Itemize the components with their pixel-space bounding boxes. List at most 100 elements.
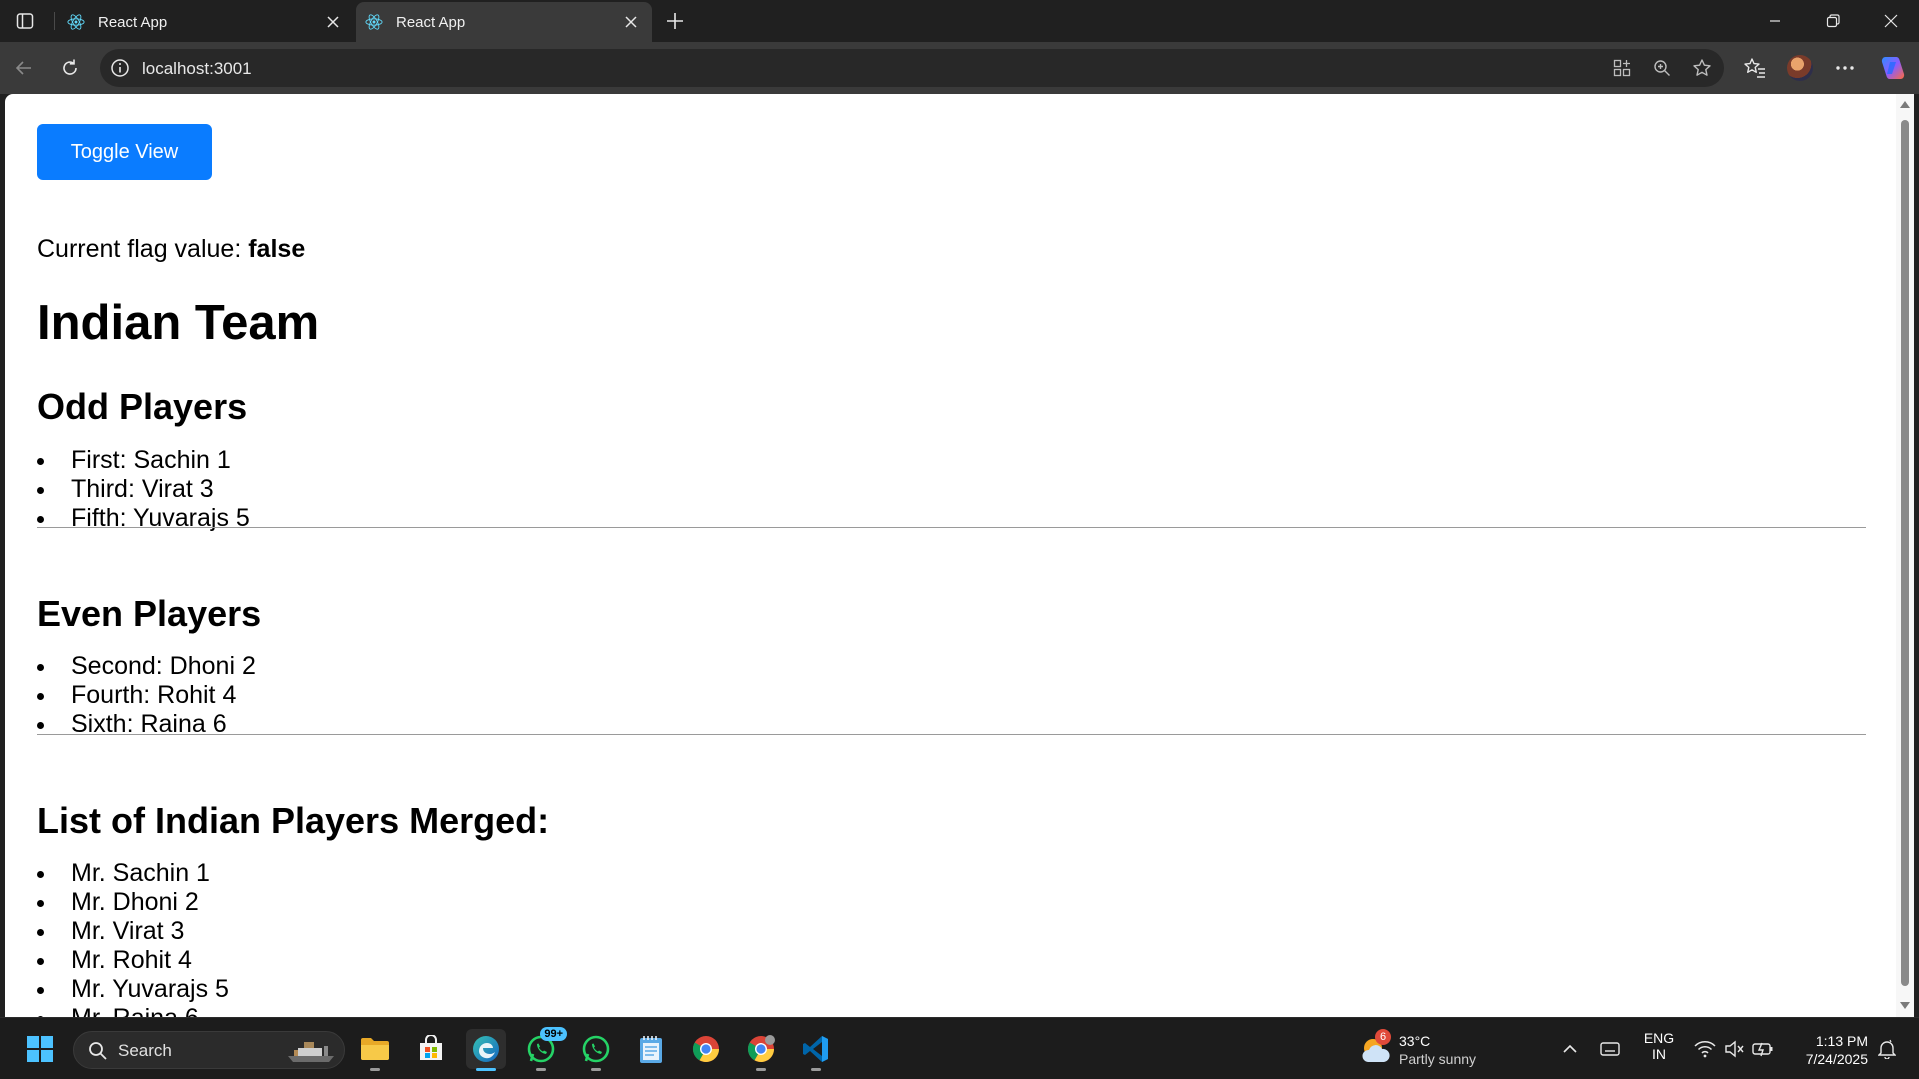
notepad-button[interactable]	[631, 1029, 671, 1069]
chrome-profile-button[interactable]	[741, 1029, 781, 1071]
list-item: First: Sachin 1	[37, 446, 250, 475]
odd-players-list: First: Sachin 1 Third: Virat 3 Fifth: Yu…	[37, 446, 250, 533]
tab-title: React App	[98, 13, 168, 31]
clock-date: 7/24/2025	[1805, 1051, 1868, 1067]
language-indicator[interactable]: ENG IN	[1640, 1030, 1678, 1062]
refresh-icon	[63, 59, 77, 75]
list-item: Third: Virat 3	[37, 475, 250, 504]
copilot-icon	[1881, 57, 1905, 79]
profile-button[interactable]	[1782, 50, 1818, 86]
notification-badge: 99+	[540, 1027, 567, 1041]
notification-bell-icon	[1878, 1039, 1896, 1059]
app-available-button[interactable]	[1607, 53, 1637, 83]
close-icon[interactable]	[320, 9, 346, 35]
notepad-icon	[640, 1036, 662, 1063]
back-button[interactable]	[6, 50, 42, 86]
vscode-icon	[803, 1036, 828, 1062]
volume-muted-icon	[1725, 1040, 1744, 1058]
scroll-down-icon[interactable]	[1900, 1002, 1910, 1009]
vscode-button[interactable]	[796, 1029, 836, 1071]
weather-widget[interactable]: 6 33°C Partly sunny	[1357, 1029, 1497, 1070]
notifications-button[interactable]	[1872, 1029, 1902, 1069]
favorites-list-icon	[1744, 58, 1765, 78]
show-hidden-icons-button[interactable]	[1552, 1029, 1588, 1069]
taskbar-search[interactable]: Search	[73, 1031, 345, 1069]
tab-title: React App	[396, 13, 466, 31]
flag-value: false	[248, 235, 306, 263]
close-icon[interactable]	[618, 9, 644, 35]
list-item: Mr. Rohit 4	[37, 946, 229, 975]
file-explorer-button[interactable]	[355, 1029, 395, 1071]
settings-menu-button[interactable]	[1827, 50, 1863, 86]
restore-button[interactable]	[1804, 0, 1862, 42]
minimize-button[interactable]	[1746, 0, 1804, 42]
windows-icon	[27, 1036, 53, 1062]
chrome-icon	[692, 1036, 720, 1063]
avatar	[1787, 55, 1813, 81]
close-icon	[1884, 14, 1898, 28]
touch-keyboard-button[interactable]	[1592, 1029, 1628, 1069]
zoom-in-icon	[1654, 60, 1670, 76]
page-viewport: Toggle View Current flag value: false In…	[5, 94, 1896, 1017]
odd-players-heading: Odd Players	[37, 386, 248, 427]
whatsapp-business-button[interactable]: 99+	[521, 1027, 567, 1071]
list-item: Mr. Dhoni 2	[37, 888, 229, 917]
language-code: ENG	[1643, 1030, 1675, 1046]
running-indicator	[370, 1068, 380, 1071]
edge-button[interactable]	[466, 1029, 506, 1071]
region-code: IN	[1652, 1046, 1666, 1062]
page-scrollbar[interactable]	[1896, 94, 1914, 1017]
copilot-button[interactable]	[1875, 50, 1911, 86]
sidebar-layout-icon	[16, 13, 34, 29]
search-icon	[89, 1042, 107, 1060]
weather-temperature: 33°C	[1399, 1033, 1431, 1049]
more-icon	[1836, 66, 1854, 70]
running-indicator	[811, 1068, 821, 1071]
tab-separator	[54, 12, 55, 30]
clock[interactable]: 1:13 PM 7/24/2025	[1790, 1032, 1868, 1068]
page-title: Indian Team	[37, 296, 320, 350]
refresh-button[interactable]	[52, 50, 88, 86]
keyboard-icon	[1600, 1042, 1620, 1056]
store-button[interactable]	[411, 1029, 451, 1069]
close-window-button[interactable]	[1862, 0, 1919, 42]
toggle-view-button[interactable]: Toggle View	[37, 124, 212, 180]
list-item: Fourth: Rohit 4	[37, 681, 256, 710]
start-button[interactable]	[20, 1029, 60, 1069]
tab-strip: React App React App	[0, 0, 1919, 42]
active-indicator	[476, 1068, 496, 1071]
weather-condition: Partly sunny	[1399, 1051, 1477, 1067]
taskbar: Search 99+ 6 33°C Partly sunny ENG IN 1:…	[0, 1017, 1919, 1079]
list-item: Mr. Yuvarajs 5	[37, 975, 229, 1004]
running-indicator	[756, 1068, 766, 1071]
tab-react-app-1[interactable]: React App	[58, 2, 354, 42]
scroll-up-icon[interactable]	[1900, 101, 1910, 108]
store-icon	[420, 1035, 442, 1060]
info-icon[interactable]	[110, 58, 130, 78]
tab-actions-button[interactable]	[8, 6, 42, 36]
zoom-button[interactable]	[1647, 53, 1677, 83]
react-icon	[66, 12, 86, 32]
merged-players-list: Mr. Sachin 1 Mr. Dhoni 2 Mr. Virat 3 Mr.…	[37, 859, 229, 1017]
flag-status: Current flag value: false	[37, 235, 305, 264]
list-item: Mr. Virat 3	[37, 917, 229, 946]
quick-settings-button[interactable]	[1686, 1029, 1782, 1069]
ship-highlight-icon	[288, 1042, 334, 1062]
chrome-icon	[747, 1035, 775, 1063]
even-players-list: Second: Dhoni 2 Fourth: Rohit 4 Sixth: R…	[37, 652, 256, 739]
whatsapp-icon	[582, 1035, 610, 1063]
url-text: localhost:3001	[142, 59, 252, 78]
edge-icon	[473, 1036, 499, 1062]
chrome-button[interactable]	[686, 1029, 726, 1069]
battery-charging-icon	[1752, 1042, 1773, 1057]
clock-time: 1:13 PM	[1815, 1033, 1868, 1049]
react-icon	[364, 12, 384, 32]
tab-react-app-2[interactable]: React App	[356, 2, 652, 42]
scrollbar-thumb[interactable]	[1901, 120, 1909, 986]
new-tab-button[interactable]	[660, 6, 690, 36]
whatsapp-button[interactable]	[576, 1029, 616, 1071]
favorite-button[interactable]	[1687, 53, 1717, 83]
apps-grid-icon	[1613, 59, 1631, 77]
address-bar[interactable]: localhost:3001	[100, 49, 1724, 87]
favorites-button[interactable]	[1737, 50, 1773, 86]
